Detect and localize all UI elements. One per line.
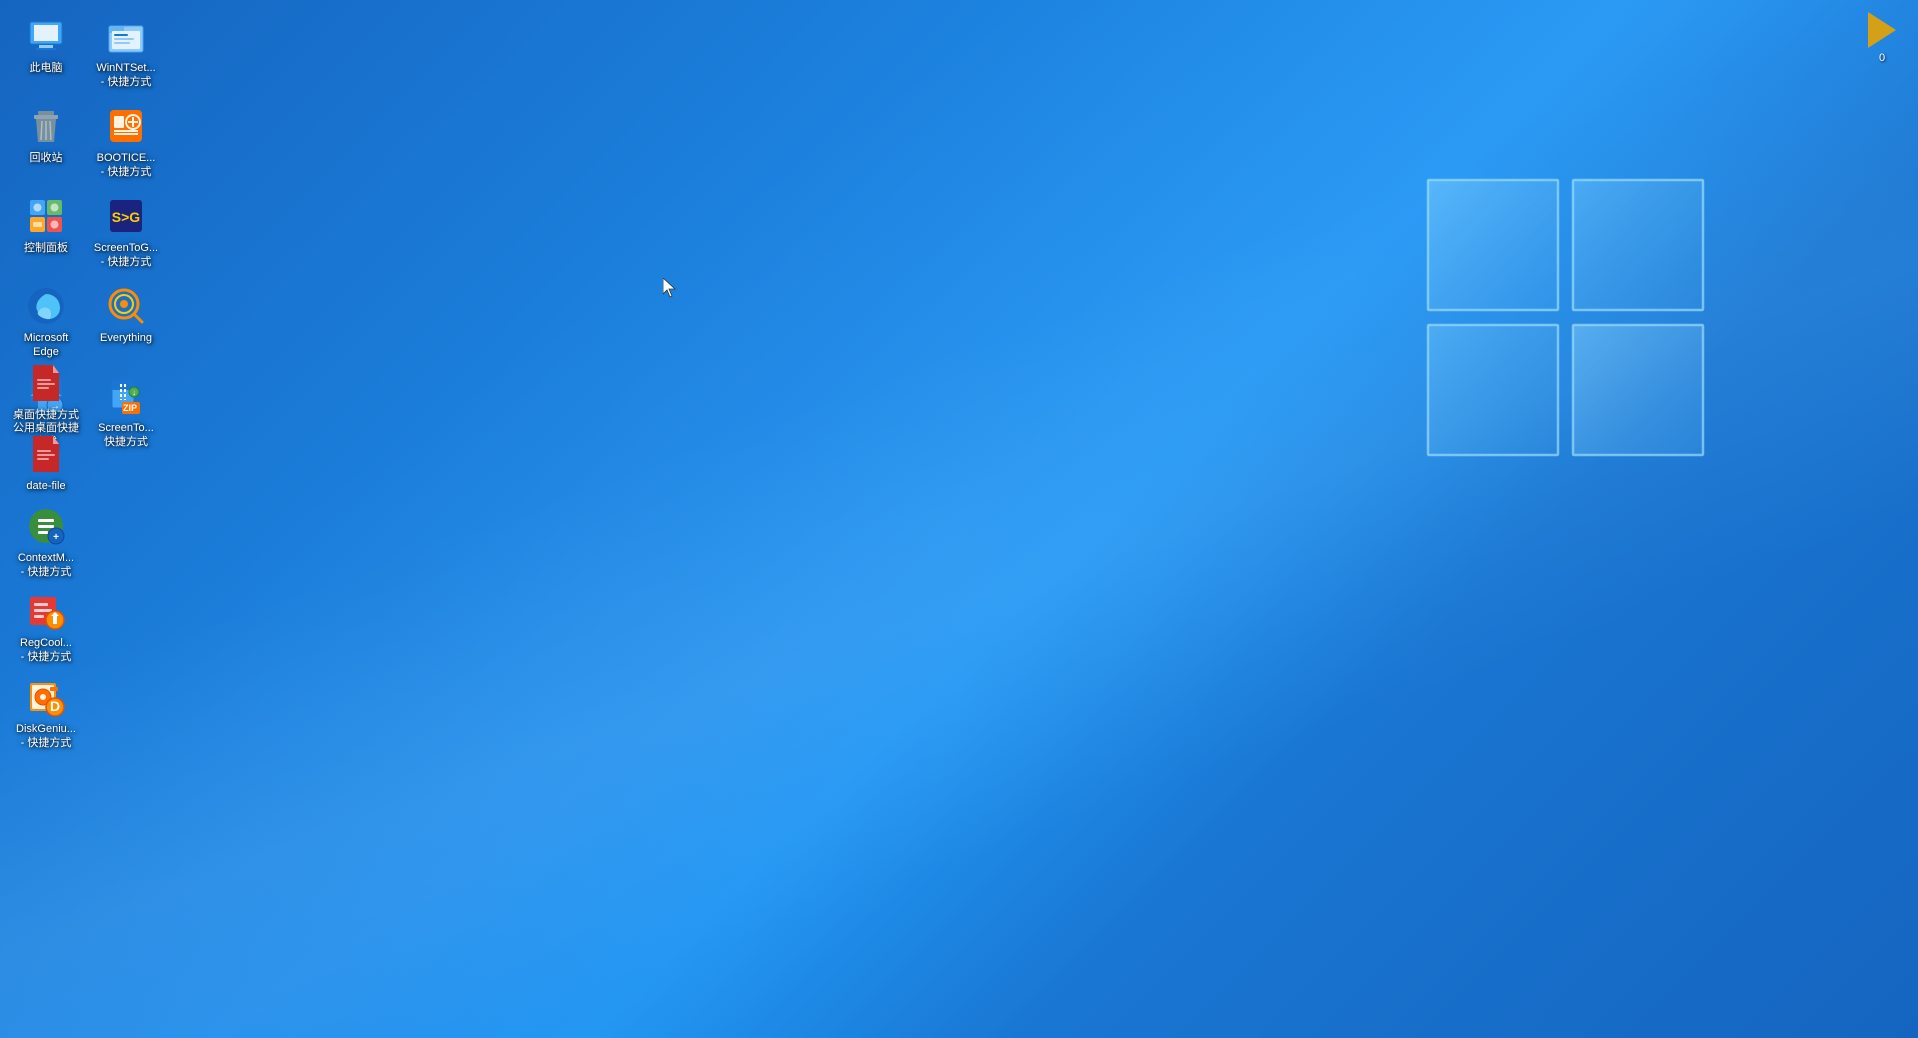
everything-label: Everything	[100, 331, 152, 345]
desktop-single-column: 桌面快捷方式 date-file + Context	[8, 355, 84, 754]
desktop-icon-my-computer[interactable]: 此电脑	[8, 8, 84, 98]
controlpanel-icon	[26, 196, 66, 236]
controlpanel-label: 控制面板	[24, 241, 68, 255]
sg-icon: S>G	[106, 196, 146, 236]
everything-icon	[106, 286, 146, 326]
context-icon: +	[26, 506, 66, 546]
desktop-icon-everything[interactable]: Everything	[88, 278, 164, 368]
date-file-icon	[26, 434, 66, 474]
svg-text:ZIP: ZIP	[123, 403, 137, 413]
desktop-icon-winntsetup[interactable]: WinNTSet...- 快捷方式	[88, 8, 164, 98]
svg-text:↓: ↓	[132, 388, 136, 397]
winntsetup-label: WinNTSet...- 快捷方式	[96, 61, 155, 90]
computer-label: 此电脑	[30, 61, 63, 75]
arrow-icon	[1866, 10, 1898, 50]
zhuomian-label: 桌面快捷方式	[13, 408, 79, 422]
desktop-icon-contextmenu[interactable]: + ContextM...- 快捷方式	[8, 498, 84, 584]
diskgenius-label: DiskGeniu...- 快捷方式	[16, 722, 76, 751]
regcool-label: RegCool...- 快捷方式	[20, 636, 72, 665]
badge-count: 0	[1879, 52, 1885, 64]
desktop-icon-regcool[interactable]: RegCool...- 快捷方式	[8, 583, 84, 669]
file-red-icon	[26, 363, 66, 403]
desktop-icon-controlpanel[interactable]: 控制面板	[8, 188, 84, 278]
screentogo1-label: ScreenToG...- 快捷方式	[94, 241, 158, 270]
desktop-icon-bootice[interactable]: BOOTICE...- 快捷方式	[88, 98, 164, 188]
desktop-icon-zhuomian[interactable]: 桌面快捷方式	[8, 355, 84, 426]
edge-icon	[26, 286, 66, 326]
registry-icon	[26, 591, 66, 631]
desktop-icon-screentogo2[interactable]: ZIP ↓ ScreenTo...快捷方式	[88, 368, 164, 458]
svg-text:+: +	[53, 532, 59, 543]
bootice-icon	[106, 106, 146, 146]
desktop-icon-date[interactable]: date-file	[8, 426, 84, 497]
contextmenu-label: ContextM...- 快捷方式	[18, 551, 74, 580]
svg-text:D: D	[50, 698, 60, 714]
recyclebin-icon	[26, 106, 66, 146]
computer-icon	[26, 16, 66, 56]
screentogo2-label: ScreenTo...快捷方式	[98, 421, 154, 450]
notification-area[interactable]: 0	[1866, 10, 1898, 64]
winntsetup-icon	[106, 16, 146, 56]
desktop-icon-diskgenius[interactable]: D DiskGeniu...- 快捷方式	[8, 669, 84, 755]
zip-icon: ZIP ↓	[106, 376, 146, 416]
recyclebin-label: 回收站	[30, 151, 63, 165]
disk-icon: D	[26, 677, 66, 717]
desktop-icon-screentogo1[interactable]: S>G ScreenToG...- 快捷方式	[88, 188, 164, 278]
svg-text:S>G: S>G	[112, 209, 141, 225]
bootice-label: BOOTICE...- 快捷方式	[97, 151, 156, 180]
windows-logo	[1418, 170, 1718, 590]
desktop-icon-recyclebin[interactable]: 回收站	[8, 98, 84, 188]
date-label: date-file	[26, 479, 65, 493]
